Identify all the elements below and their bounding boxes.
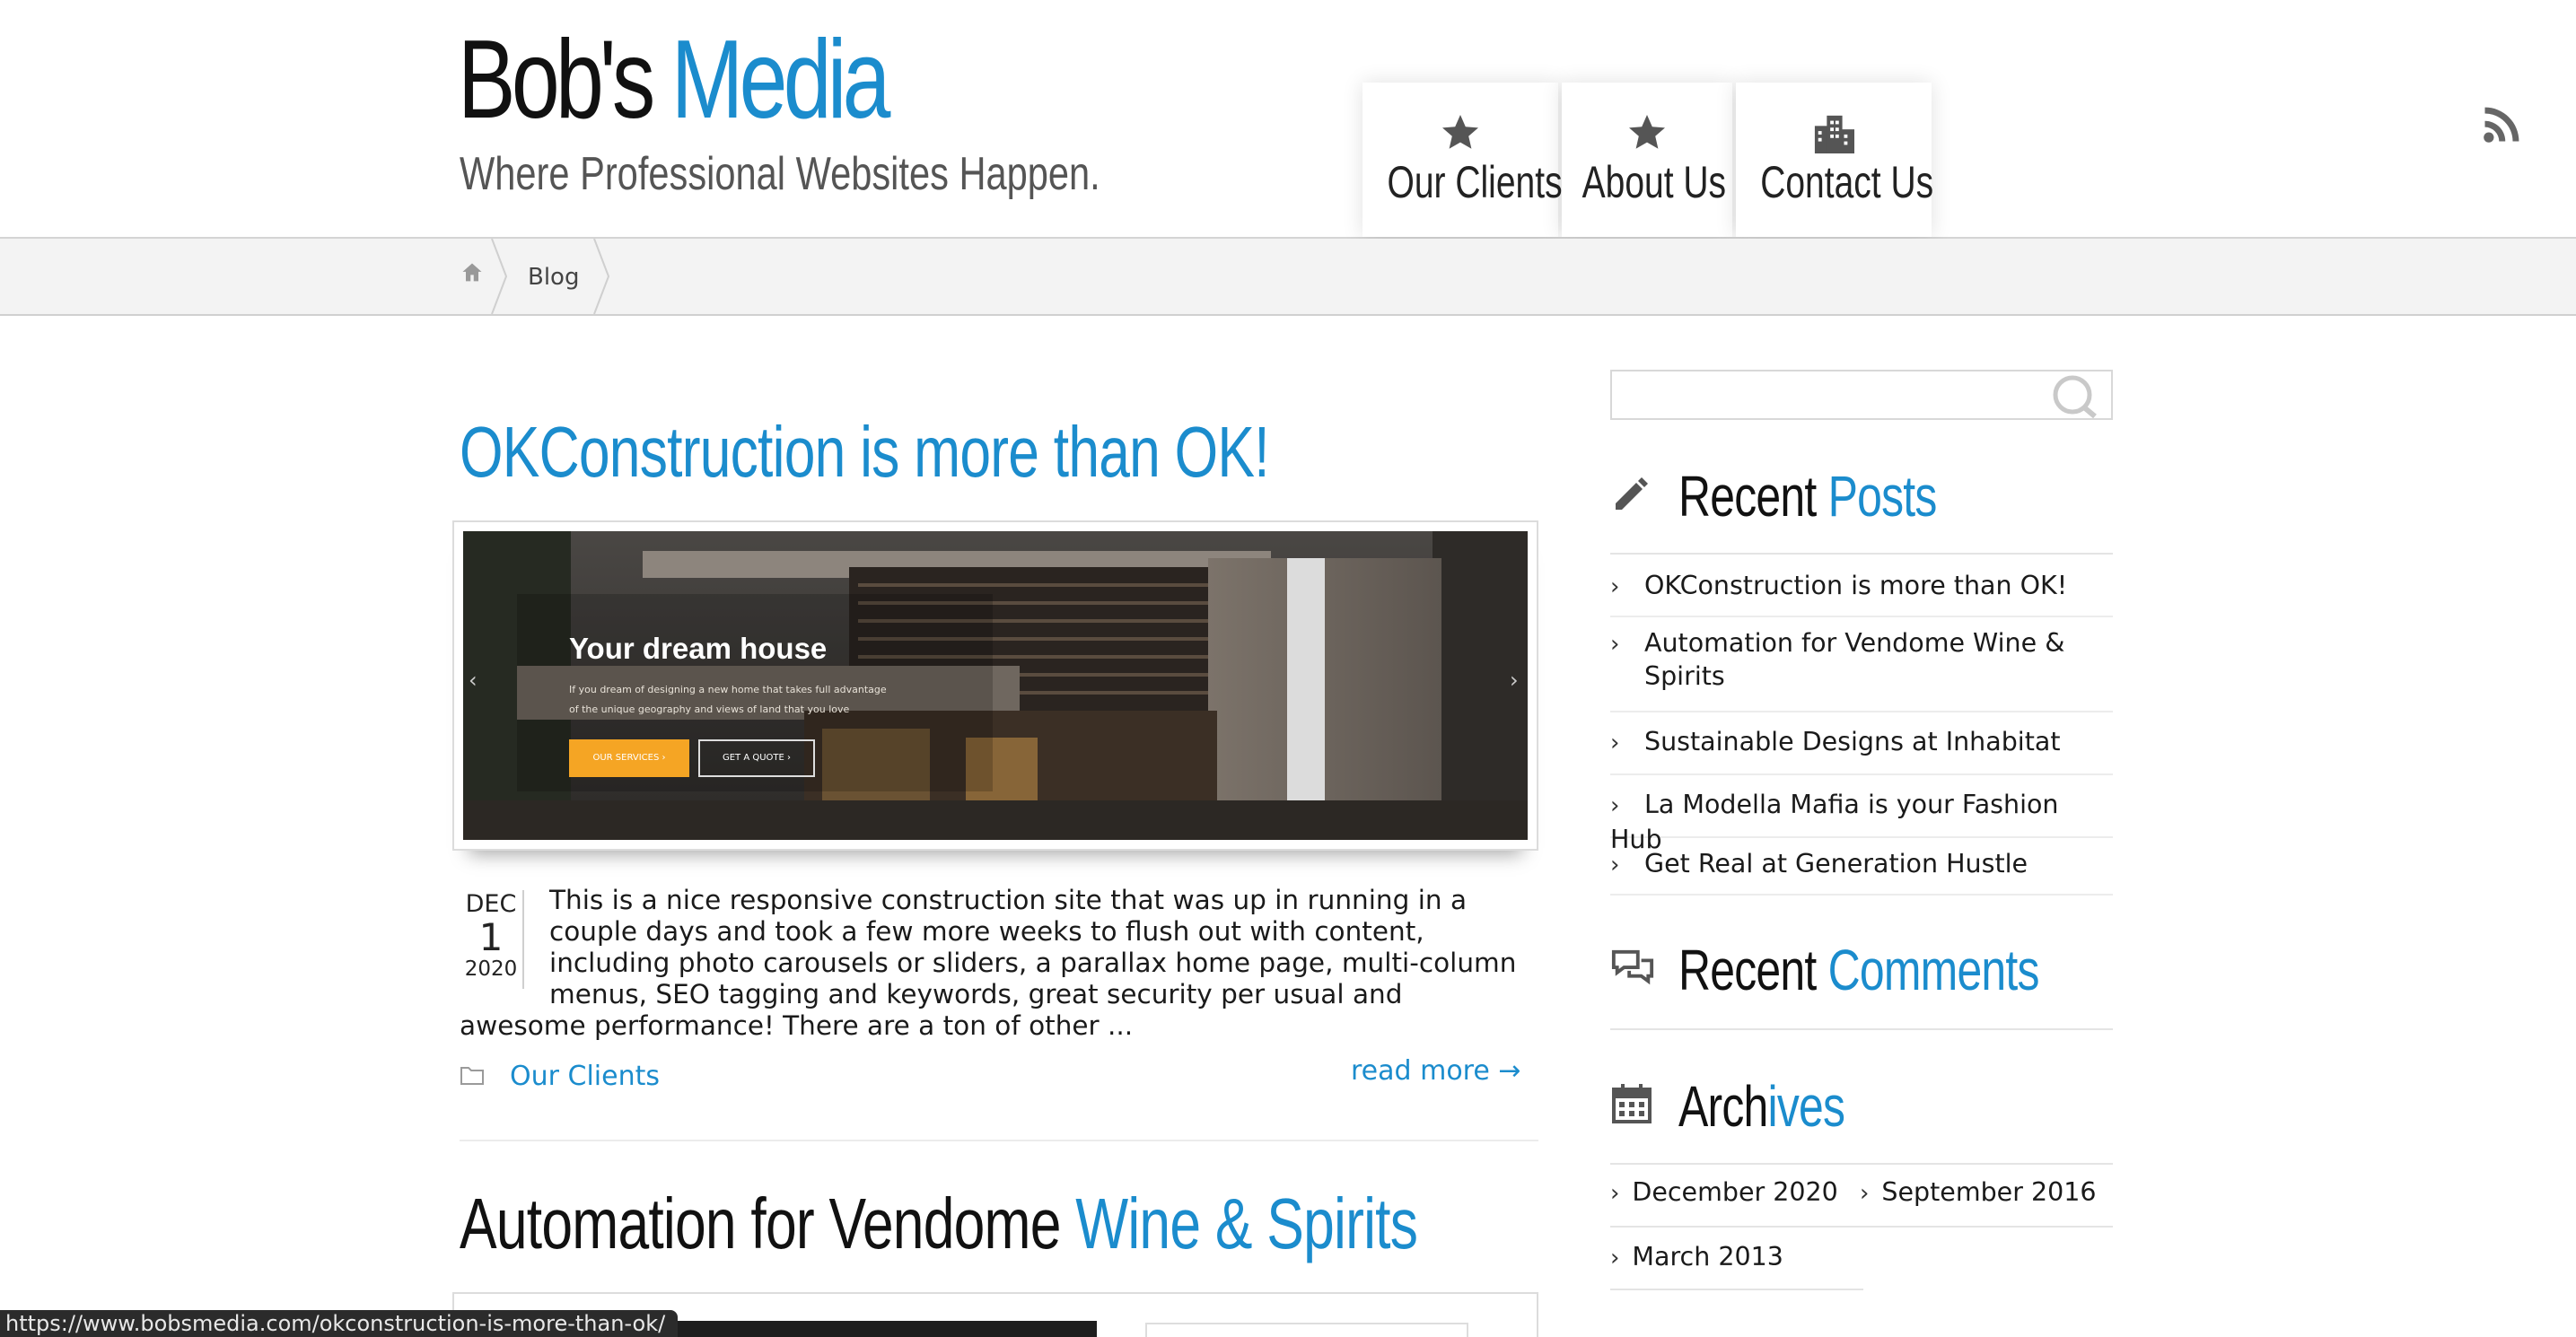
search-icon[interactable] xyxy=(2048,373,2102,419)
star-icon xyxy=(1562,108,1732,158)
search-box xyxy=(1610,370,2113,420)
archive-link[interactable]: › December 2020 xyxy=(1610,1177,1838,1207)
widget-title-recent-comments: Recent Comments xyxy=(1678,938,2039,1002)
building-icon xyxy=(1736,108,1932,158)
widget-rule xyxy=(1610,1289,1863,1290)
folder-icon xyxy=(460,1064,485,1086)
nav-label: Our Clients xyxy=(1387,157,1563,207)
comments-icon xyxy=(1610,948,1655,992)
post-excerpt-text: This is a nice responsive construction s… xyxy=(460,885,1517,1041)
star-icon xyxy=(1362,108,1558,158)
logo-text-accent: Media xyxy=(670,18,891,142)
breadcrumb: Blog xyxy=(0,239,2576,316)
slider-next-arrow[interactable]: › xyxy=(1510,668,1519,693)
post-excerpt: This is a nice responsive construction s… xyxy=(460,885,1519,1042)
site-logo[interactable]: Bob's Media xyxy=(458,16,891,144)
breadcrumb-current: Blog xyxy=(528,264,580,291)
site-header: Bob's Media Where Professional Websites … xyxy=(0,0,2576,239)
recent-post-item[interactable]: › Sustainable Designs at Inhabitat xyxy=(1610,714,2113,775)
post-title-part: Automation for Vendome xyxy=(460,1184,1061,1263)
slide-body-line: If you dream of designing a new home tha… xyxy=(569,684,887,695)
browser-status-url: https://www.bobsmedia.com/okconstruction… xyxy=(0,1310,679,1337)
nav-item-contact-us[interactable]: Contact Us xyxy=(1736,83,1934,237)
nav-item-about-us[interactable]: About Us xyxy=(1562,83,1732,237)
nav-label: About Us xyxy=(1582,157,1727,207)
widget-rule xyxy=(1610,553,2113,555)
nav-item-our-clients[interactable]: Our Clients xyxy=(1362,83,1563,237)
slide-get-a-quote-button[interactable]: GET A QUOTE › xyxy=(698,739,815,777)
post-title-link[interactable]: OKConstruction is more than OK! xyxy=(460,411,1270,494)
widget-rule xyxy=(1610,1226,2113,1228)
home-icon[interactable] xyxy=(460,260,486,287)
widget-title-recent-posts: Recent Posts xyxy=(1678,464,1937,529)
post-featured-image[interactable]: Your dream house If you dream of designi… xyxy=(463,531,1528,840)
nav-label: Contact Us xyxy=(1760,157,1934,207)
slide-body-line: of the unique geography and views of lan… xyxy=(569,703,850,715)
recent-post-item[interactable]: › La Modella Mafia is your Fashion Hub xyxy=(1610,777,2113,854)
recent-post-item[interactable]: › Automation for Vendome Wine & Spirits xyxy=(1610,619,2113,712)
site-tagline: Where Professional Websites Happen. xyxy=(460,148,1100,200)
archive-link[interactable]: › March 2013 xyxy=(1610,1242,1783,1271)
post-category-link[interactable]: Our Clients xyxy=(510,1061,660,1092)
post-divider xyxy=(460,1140,1538,1141)
pencil-icon xyxy=(1610,472,1655,517)
widget-title-archives: Archives xyxy=(1678,1074,1845,1139)
logo-text-primary: Bob's xyxy=(458,18,655,142)
slider-prev-arrow[interactable]: ‹ xyxy=(469,668,478,693)
widget-rule xyxy=(1610,1163,2113,1165)
search-input[interactable] xyxy=(1614,373,2036,416)
post-title-part-accent: Wine & Spirits xyxy=(1075,1184,1418,1263)
calendar-icon xyxy=(1610,1082,1655,1127)
read-more-link[interactable]: read more → xyxy=(1351,1055,1520,1087)
breadcrumb-separator xyxy=(491,239,508,314)
slide-headline: Your dream house xyxy=(569,632,828,665)
breadcrumb-separator xyxy=(593,239,610,314)
archive-link[interactable]: › September 2016 xyxy=(1860,1177,2097,1207)
recent-post-item[interactable]: › Get Real at Generation Hustle xyxy=(1610,840,2113,896)
recent-post-item[interactable]: › OKConstruction is more than OK! xyxy=(1610,556,2113,617)
post-featured-image-frame: Your dream house If you dream of designi… xyxy=(452,520,1538,851)
rss-icon[interactable] xyxy=(2479,100,2526,147)
slide-our-services-button[interactable]: OUR SERVICES › xyxy=(569,739,689,777)
widget-rule xyxy=(1610,1028,2113,1030)
post-image-panel xyxy=(1145,1323,1468,1337)
post-title-link[interactable]: Automation for Vendome Wine & Spirits xyxy=(460,1183,1418,1265)
